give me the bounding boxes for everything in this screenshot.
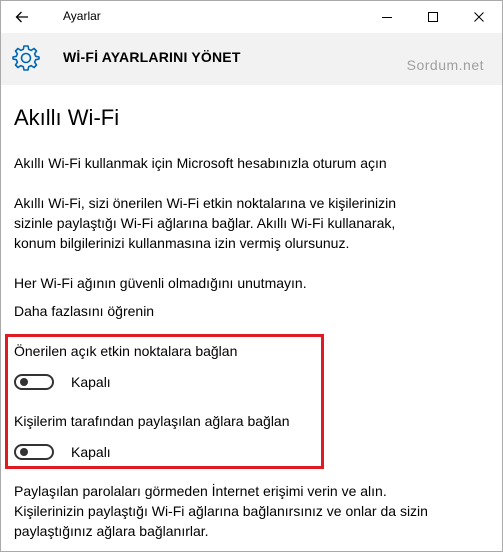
footer-line-2: Kişilerinizin paylaştığı Wi-Fi ağlarına … <box>14 503 428 519</box>
footer-line-1: Paylaşılan parolaları görmeden İnternet … <box>14 483 387 499</box>
settings-window: Ayarlar Wİ-Fİ AYARLARINI YÖNET Sordum.ne <box>0 0 503 552</box>
watermark: Sordum.net <box>406 57 484 73</box>
setting-row-shared-networks: Kapalı <box>14 441 111 463</box>
signin-link[interactable]: Akıllı Wi-Fi kullanmak için Microsoft he… <box>14 153 387 173</box>
title-bar[interactable]: Ayarlar <box>1 1 502 33</box>
footer-line-3: paylaştığınız ağlara bağlanırlar. <box>14 523 209 539</box>
toggle-state-shared-networks: Kapalı <box>71 444 111 460</box>
minimize-button[interactable] <box>364 1 410 33</box>
description-line-3: konum bilgilerinizi kullanmasına izin ve… <box>14 235 350 251</box>
learn-more-link[interactable]: Daha fazlasını öğrenin <box>14 301 154 321</box>
close-icon <box>474 12 484 22</box>
description-line-1: Akıllı Wi-Fi, sizi önerilen Wi-Fi etkin … <box>14 195 396 211</box>
toggle-knob <box>20 448 28 456</box>
maximize-button[interactable] <box>410 1 456 33</box>
page-title: Akıllı Wi-Fi <box>14 105 120 130</box>
setting-row-open-hotspots: Kapalı <box>14 371 111 393</box>
setting-label-open-hotspots: Önerilen açık etkin noktalara bağlan <box>14 343 238 359</box>
toggle-shared-networks[interactable] <box>14 444 54 460</box>
header-title: Wİ-Fİ AYARLARINI YÖNET <box>63 49 241 65</box>
window-title: Ayarlar <box>63 9 101 23</box>
page-header: Wİ-Fİ AYARLARINI YÖNET Sordum.net <box>1 33 502 85</box>
setting-label-shared-networks: Kişilerim tarafından paylaşılan ağlara b… <box>14 413 290 429</box>
back-arrow-icon <box>15 11 28 23</box>
toggle-open-hotspots[interactable] <box>14 374 54 390</box>
back-button[interactable] <box>7 3 37 31</box>
minimize-icon <box>382 17 392 18</box>
warning-text: Her Wi-Fi ağının güvenli olmadığını unut… <box>14 275 307 291</box>
toggle-state-open-hotspots: Kapalı <box>71 374 111 390</box>
maximize-icon <box>428 12 438 22</box>
gear-icon <box>12 45 40 71</box>
toggle-knob <box>20 378 28 386</box>
close-button[interactable] <box>456 1 502 33</box>
description-line-2: sizinle paylaştığı Wi-Fi ağlarına bağlar… <box>14 215 396 231</box>
